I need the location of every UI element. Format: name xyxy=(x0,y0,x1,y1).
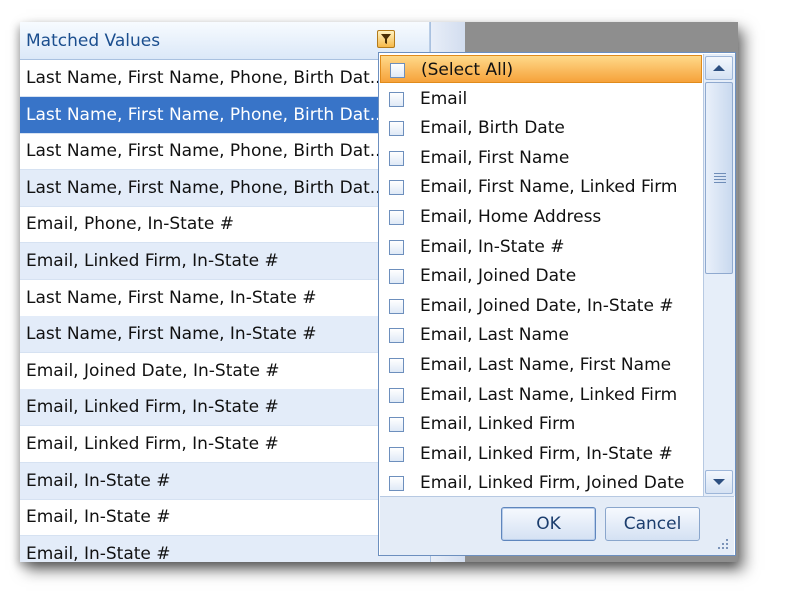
ok-button[interactable]: OK xyxy=(501,507,596,541)
table-row[interactable]: Email, Phone, In-State # xyxy=(20,206,430,244)
scroll-thumb[interactable] xyxy=(705,82,733,274)
checkbox[interactable] xyxy=(389,269,404,285)
column-header-label: Matched Values xyxy=(26,31,161,51)
checkbox[interactable] xyxy=(389,298,404,314)
filter-item[interactable]: Email, First Name, Linked Firm xyxy=(380,173,702,202)
table-cell: Email, Linked Firm, In-State # xyxy=(26,397,279,418)
filter-item-label: Email, Joined Date xyxy=(420,266,577,287)
table-row[interactable]: Email, Linked Firm, In-State # xyxy=(20,243,430,280)
table-row[interactable]: Email, Joined Date, In-State # xyxy=(20,353,430,390)
filter-item-label: Email, Last Name, First Name xyxy=(420,355,672,375)
table-row[interactable]: Email, Linked Firm, In-State # xyxy=(20,426,430,463)
cancel-button[interactable]: Cancel xyxy=(605,507,700,541)
column-header-matched-values[interactable]: Matched Values xyxy=(20,22,430,60)
checkbox[interactable] xyxy=(389,150,404,166)
filter-item[interactable]: Email, Linked Firm xyxy=(380,410,702,439)
filter-item[interactable]: Email xyxy=(380,85,702,114)
filter-item-label: Email, Last Name xyxy=(420,325,569,346)
funnel-icon xyxy=(381,34,391,44)
resize-grip-icon[interactable] xyxy=(714,535,730,551)
checkbox[interactable] xyxy=(389,121,404,137)
table-cell: Last Name, First Name, Phone, Birth Dat.… xyxy=(26,68,386,88)
table-cell: Last Name, First Name, Phone, Birth Dat.… xyxy=(26,177,386,198)
table-row[interactable]: Last Name, First Name, In-State # xyxy=(20,316,430,354)
table-cell: Email, Linked Firm, In-State # xyxy=(26,251,279,271)
filter-item[interactable]: Email, First Name xyxy=(380,144,702,173)
checkbox[interactable] xyxy=(389,417,404,433)
checkbox[interactable] xyxy=(390,63,405,78)
arrow-up-icon xyxy=(713,65,725,71)
filter-item[interactable]: Email, Last Name, Linked Firm xyxy=(380,381,702,410)
filter-item[interactable]: Email, Joined Date xyxy=(380,262,702,291)
table-cell: Email, Phone, In-State # xyxy=(26,214,235,235)
filter-dropdown-button[interactable] xyxy=(377,30,395,48)
checkbox[interactable] xyxy=(389,387,404,403)
table-cell: Email, Linked Firm, In-State # xyxy=(26,434,279,454)
checkbox[interactable] xyxy=(389,210,404,225)
filter-item-label: Email, Linked Firm, Joined Date xyxy=(420,473,685,494)
filter-item-label: (Select All) xyxy=(421,60,514,80)
table-row[interactable]: Last Name, First Name, Phone, Birth Dat.… xyxy=(20,60,430,97)
table-row[interactable]: Email, Linked Firm, In-State # xyxy=(20,389,430,427)
checkbox[interactable] xyxy=(389,446,404,462)
filter-item-label: Email, In-State # xyxy=(420,236,565,257)
filter-item-label: Email, Last Name, Linked Firm xyxy=(420,384,678,405)
arrow-down-icon xyxy=(713,479,725,485)
table-cell: Last Name, First Name, In-State # xyxy=(26,287,317,308)
table-cell: Last Name, First Name, In-State # xyxy=(26,324,317,345)
filter-item[interactable]: Email, Linked Firm, In-State # xyxy=(380,440,702,469)
table-row[interactable]: Last Name, First Name, In-State # xyxy=(20,280,430,317)
filter-item[interactable]: Email, Home Address xyxy=(380,203,702,232)
table-cell: Email, In-State # xyxy=(26,507,171,528)
table-row[interactable]: Email, In-State # xyxy=(20,462,430,500)
filter-item[interactable]: Email, Joined Date, In-State # xyxy=(380,292,702,321)
checkbox[interactable] xyxy=(389,476,404,492)
table-cell: Last Name, First Name, Phone, Birth Dat.… xyxy=(26,141,386,162)
filter-item-label: Email, First Name xyxy=(420,147,570,168)
table-row[interactable]: Last Name, First Name, Phone, Birth Dat.… xyxy=(20,169,430,207)
filter-value-list: (Select All) Email Email, Birth Date Email,… xyxy=(380,54,702,496)
filter-list-scrollbar[interactable] xyxy=(703,54,735,496)
filter-item[interactable]: Email, Linked Firm, Joined Date xyxy=(380,469,702,496)
checkbox[interactable] xyxy=(389,328,404,344)
filter-item[interactable]: Email, Last Name xyxy=(380,321,702,350)
checkbox[interactable] xyxy=(389,358,404,373)
table-cell: Last Name, First Name, Phone, Birth Dat.… xyxy=(26,104,386,125)
table-row[interactable]: Last Name, First Name, Phone, Birth Dat.… xyxy=(20,96,430,134)
table-cell: Email, In-State # xyxy=(26,470,171,491)
scroll-down-button[interactable] xyxy=(705,470,733,494)
checkbox[interactable] xyxy=(389,239,404,255)
checkbox[interactable] xyxy=(389,91,404,107)
filter-item[interactable]: Email, Birth Date xyxy=(380,114,702,143)
table-row[interactable]: Last Name, First Name, Phone, Birth Dat.… xyxy=(20,133,430,171)
filter-popup: (Select All) Email Email, Birth Date Email,… xyxy=(378,52,736,556)
grip-icon xyxy=(714,173,726,185)
filter-item-label: Email, Linked Firm xyxy=(420,414,576,435)
filter-item-label: Email, Joined Date, In-State # xyxy=(420,295,674,316)
table-cell: Email, Joined Date, In-State # xyxy=(26,360,280,381)
table-row[interactable]: Email, In-State # xyxy=(20,535,430,562)
table-row[interactable]: Email, In-State # xyxy=(20,499,430,537)
table-cell: Email, In-State # xyxy=(26,543,171,562)
checkbox[interactable] xyxy=(389,180,404,196)
filter-popup-footer: OK Cancel xyxy=(380,496,734,555)
filter-item-label: Email xyxy=(420,88,468,109)
filter-item-label: Email, Birth Date xyxy=(420,118,565,139)
filter-item[interactable]: Email, Last Name, First Name xyxy=(380,351,702,380)
filter-item[interactable]: Email, In-State # xyxy=(380,233,702,262)
filter-item-label: Email, First Name, Linked Firm xyxy=(420,177,678,198)
filter-item-select-all[interactable]: (Select All) xyxy=(380,55,702,83)
filter-item-label: Email, Home Address xyxy=(420,207,602,227)
data-grid: Matched Values Last Name, First Name, Ph… xyxy=(20,22,430,562)
scroll-up-button[interactable] xyxy=(705,56,733,80)
filter-item-label: Email, Linked Firm, In-State # xyxy=(420,443,673,464)
